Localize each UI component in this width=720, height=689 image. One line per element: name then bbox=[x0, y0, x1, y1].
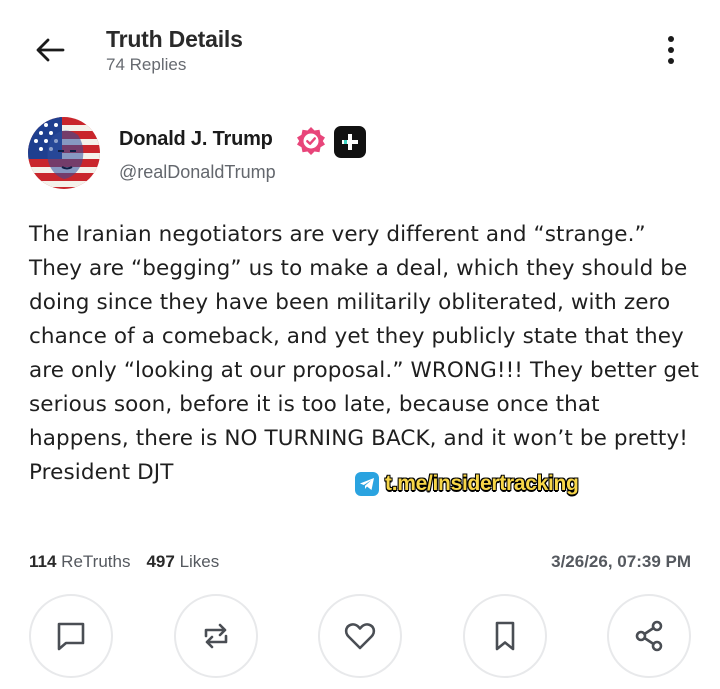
watermark-text: t.me/insidertracking bbox=[385, 472, 579, 495]
post-body: The Iranian negotiators are very differe… bbox=[29, 222, 699, 485]
like-button[interactable] bbox=[318, 594, 402, 678]
more-options-button[interactable] bbox=[654, 30, 688, 70]
likes-count: 497 bbox=[146, 552, 175, 571]
post-stats: 114 ReTruths 497 Likes bbox=[29, 552, 219, 572]
truth-plus-badge-icon bbox=[334, 126, 366, 158]
retruths-label: ReTruths bbox=[61, 552, 131, 571]
reply-count: 74 Replies bbox=[106, 55, 187, 74]
arrow-left-icon bbox=[36, 38, 65, 62]
avatar-image bbox=[28, 117, 100, 189]
retruths-count: 114 bbox=[29, 552, 57, 571]
likes-stat[interactable]: 497 Likes bbox=[146, 552, 219, 572]
retruths-stat[interactable]: 114 ReTruths bbox=[29, 552, 130, 572]
action-bar bbox=[0, 594, 720, 680]
bookmark-button[interactable] bbox=[463, 594, 547, 678]
repost-icon bbox=[204, 623, 228, 649]
watermark: t.me/insidertracking bbox=[355, 472, 579, 496]
share-icon bbox=[635, 620, 663, 652]
bookmark-icon bbox=[495, 621, 515, 651]
top-bar: Truth Details 74 Replies bbox=[0, 0, 720, 100]
post-timestamp: 3/26/26, 07:39 PM bbox=[551, 552, 691, 571]
retruth-button[interactable] bbox=[174, 594, 258, 678]
dot-icon bbox=[668, 36, 674, 42]
avatar[interactable] bbox=[28, 117, 100, 189]
likes-label: Likes bbox=[179, 552, 220, 571]
heart-icon bbox=[344, 623, 376, 650]
comment-icon bbox=[57, 622, 85, 651]
verified-badge-icon bbox=[296, 126, 326, 156]
dot-icon bbox=[668, 47, 674, 53]
dot-icon bbox=[668, 58, 674, 64]
telegram-icon bbox=[355, 472, 379, 496]
author-handle: @realDonaldTrump bbox=[119, 162, 276, 182]
reply-button[interactable] bbox=[29, 594, 113, 678]
back-button[interactable] bbox=[30, 30, 70, 70]
author-name[interactable]: Donald J. Trump bbox=[119, 128, 273, 151]
page-title: Truth Details bbox=[106, 26, 243, 52]
share-button[interactable] bbox=[607, 594, 691, 678]
